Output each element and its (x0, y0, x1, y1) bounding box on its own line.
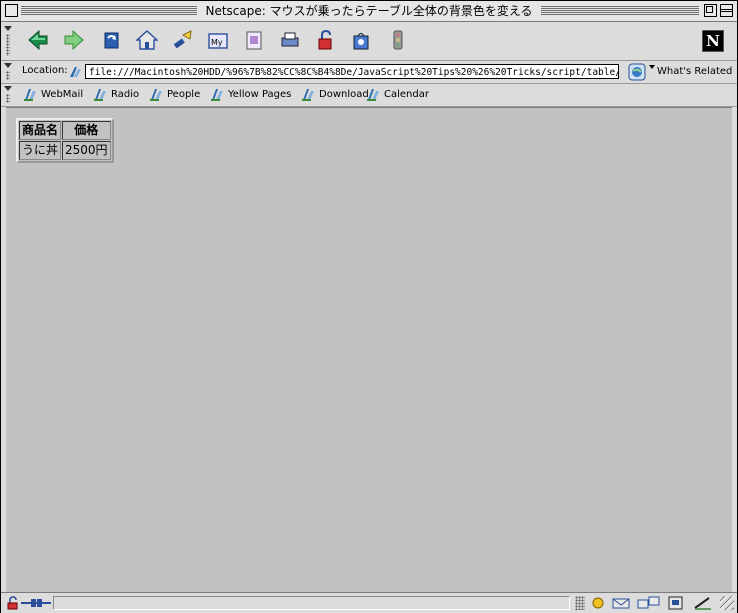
grip-dots-icon (6, 34, 10, 56)
page-content: 商品名 価格 うに丼 2500円 (6, 107, 732, 592)
whats-related-globe-icon (628, 63, 646, 81)
personal-toolbar: WebMail Radio People Yellow Pages Downlo… (1, 84, 737, 107)
location-label: Location: (22, 65, 68, 76)
bookmark-icon (211, 89, 223, 101)
connection-plug-icon (21, 599, 51, 607)
search-button[interactable] (171, 29, 193, 51)
images-button[interactable] (243, 29, 265, 51)
netscape-logo[interactable]: N (702, 30, 724, 52)
back-arrow-icon (28, 29, 48, 51)
product-table[interactable]: 商品名 価格 うに丼 2500円 (16, 118, 114, 163)
title-bar[interactable]: Netscape: マウスが乗ったらテーブル全体の背景色を変える (1, 1, 737, 22)
unlocked-padlock-icon (318, 29, 332, 50)
bookmark-label: WebMail (41, 89, 84, 100)
navigation-toolbar: My N (1, 22, 737, 61)
reload-button[interactable] (100, 29, 122, 51)
bookmark-icon (367, 89, 379, 101)
location-url-field[interactable]: file:///Macintosh%20HDD/%96%7B%82%CC%8C%… (85, 64, 619, 79)
table-row: うに丼 2500円 (19, 141, 111, 160)
bookmark-icon (24, 89, 36, 101)
svg-text:My: My (211, 38, 223, 47)
images-icon (246, 31, 262, 50)
window-title: Netscape: マウスが乗ったらテーブル全体の背景色を変える (201, 3, 537, 19)
whats-related-label: What's Related (657, 66, 733, 77)
my-netscape-button[interactable]: My (207, 29, 229, 51)
bookmark-label: Calendar (384, 89, 429, 100)
bookmark-icon (150, 89, 162, 101)
netscape-logo-letter: N (706, 32, 720, 50)
title-bar-stripes-left (21, 5, 197, 16)
table-cell: 2500円 (62, 141, 111, 160)
print-button[interactable] (279, 29, 301, 51)
collapse-triangle-icon[interactable] (4, 86, 12, 91)
zoom-box[interactable] (704, 4, 717, 17)
dropdown-caret-icon (649, 65, 655, 69)
printer-icon (281, 32, 299, 47)
personal-toolbar-grip[interactable] (4, 84, 12, 105)
close-box[interactable] (5, 4, 18, 17)
browser-window: Netscape: マウスが乗ったらテーブル全体の背景色を変える My N Lo… (0, 0, 738, 613)
location-toolbar: Location: file:///Macintosh%20HDD/%96%7B… (1, 61, 737, 84)
search-flashlight-icon (173, 30, 192, 49)
forward-arrow-icon (64, 29, 84, 51)
navigation-toolbar-grip[interactable] (4, 24, 12, 58)
shopping-bag-icon (353, 33, 369, 50)
table-header-cell: 商品名 (19, 121, 62, 140)
bookmark-label: Download (319, 89, 369, 100)
grip-dots-icon (6, 94, 10, 103)
bookmark-icon (302, 89, 314, 101)
bookmark-label: Yellow Pages (228, 89, 292, 100)
status-bar (1, 592, 737, 613)
title-bar-stripes-right (541, 5, 699, 16)
bookmark-label: People (167, 89, 201, 100)
security-lock-status-icon[interactable] (7, 596, 19, 610)
table-cell: うに丼 (19, 141, 62, 160)
component-bar-grip[interactable] (575, 596, 585, 610)
stop-light-icon (393, 30, 403, 50)
collapse-box[interactable] (720, 4, 733, 17)
location-toolbar-grip[interactable] (4, 61, 12, 82)
reload-icon (104, 32, 119, 49)
table-header-row: 商品名 価格 (19, 121, 111, 140)
stop-button[interactable] (387, 29, 409, 51)
mail-component-icon[interactable] (611, 596, 633, 610)
navigator-component-icon[interactable] (589, 596, 607, 610)
forward-button[interactable] (63, 29, 85, 51)
page-proxy-icon[interactable] (68, 64, 83, 79)
resize-grow-box[interactable] (720, 596, 734, 610)
address-book-component-icon[interactable] (667, 596, 685, 610)
collapse-triangle-icon[interactable] (4, 26, 12, 31)
grip-dots-icon (6, 71, 10, 80)
home-icon (135, 30, 159, 50)
collapse-triangle-icon[interactable] (4, 63, 12, 68)
table-header-cell: 価格 (62, 121, 111, 140)
bookmark-icon (94, 89, 106, 101)
home-button[interactable] (135, 29, 159, 51)
shop-button[interactable] (350, 29, 372, 51)
security-button[interactable] (315, 29, 337, 51)
back-button[interactable] (27, 29, 49, 51)
composer-component-icon[interactable] (693, 596, 713, 610)
newsgroup-component-icon[interactable] (637, 596, 661, 610)
status-text (53, 596, 570, 610)
bookmark-label: Radio (111, 89, 140, 100)
my-netscape-icon: My (208, 33, 228, 49)
